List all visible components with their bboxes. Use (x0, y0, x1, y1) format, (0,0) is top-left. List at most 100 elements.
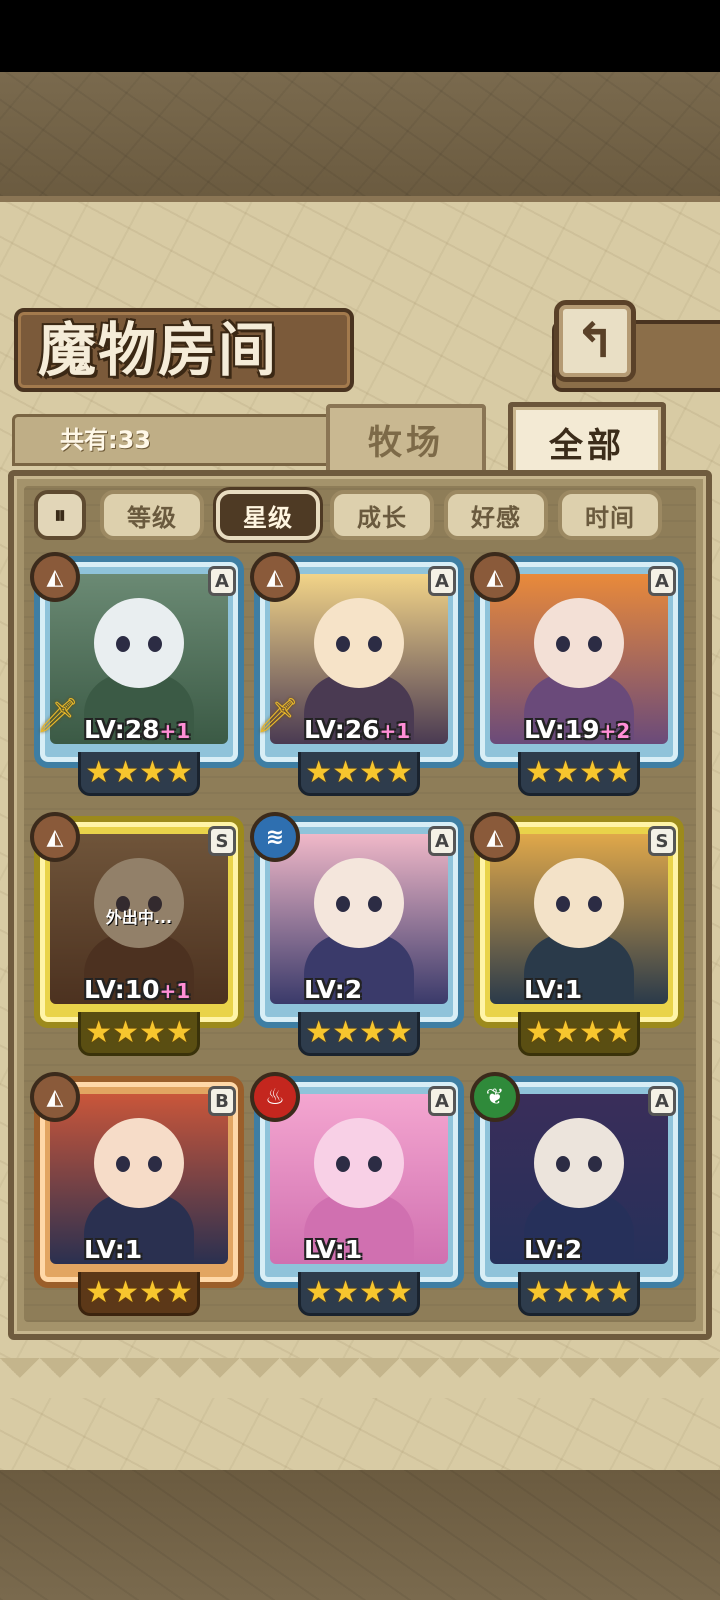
level-value: LV:1 (84, 1235, 143, 1264)
earth-element-icon: ◭ (30, 1072, 80, 1122)
level-value: LV:2 (524, 1235, 583, 1264)
earth-element-icon: ◭ (250, 552, 300, 602)
level-value: LV:1 (304, 1235, 363, 1264)
back-button[interactable]: ↰ (554, 300, 636, 382)
star-icon: ★ (305, 1274, 333, 1310)
water-element-icon: ≋ (250, 812, 300, 862)
monster-card[interactable]: ◭ S LV:1 ★ ★ ★ ★ (470, 812, 684, 1056)
fire-element-icon: ♨ (250, 1072, 300, 1122)
monster-level: LV:10+1 (84, 974, 190, 1006)
star-icon: ★ (579, 1014, 606, 1050)
star-icon: ★ (385, 754, 413, 790)
star-icon: ★ (552, 754, 579, 790)
star-icon: ★ (579, 754, 606, 790)
status-bar (0, 0, 720, 72)
star-icon: ★ (359, 754, 386, 790)
monster-level: LV:1 (304, 1234, 362, 1266)
star-icon: ★ (85, 1274, 113, 1310)
star-icon: ★ (525, 1014, 553, 1050)
star-icon: ★ (305, 1014, 333, 1050)
filter-time[interactable]: 时间 (558, 490, 662, 540)
star-icon: ★ (552, 1014, 579, 1050)
monster-level: LV:19+2 (524, 714, 630, 746)
monster-card[interactable]: ◭ A 🗡 LV:26+1 ★ ★ ★ ★ (250, 552, 464, 796)
star-icon: ★ (85, 754, 113, 790)
star-icon: ★ (385, 1274, 413, 1310)
level-bonus: +1 (159, 979, 191, 1003)
star-icon: ★ (359, 1014, 386, 1050)
tab-farm[interactable]: 牧场 (326, 404, 486, 474)
away-status: 外出中... (105, 908, 173, 927)
star-icon: ★ (605, 1014, 633, 1050)
star-rating: ★ ★ ★ ★ (518, 1012, 640, 1056)
level-value: LV:10 (84, 975, 160, 1004)
filter-level[interactable]: 等级 (100, 490, 204, 540)
monster-card[interactable]: ♨ A LV:1 ★ ★ ★ ★ (250, 1072, 464, 1316)
rank-badge: A (648, 1086, 676, 1116)
monster-count: 共有:33 (60, 426, 151, 454)
filter-affinity[interactable]: 好感 (444, 490, 548, 540)
earth-element-icon: ◭ (470, 552, 520, 602)
map-background-bottom (0, 1470, 720, 1600)
star-rating: ★ ★ ★ ★ (298, 752, 420, 796)
rank-badge: B (208, 1086, 236, 1116)
sword-icon: 🗡 (256, 696, 300, 736)
star-icon: ★ (525, 1274, 553, 1310)
star-icon: ★ (139, 1014, 166, 1050)
monster-level: LV:28+1 (84, 714, 190, 746)
star-rating: ★ ★ ★ ★ (298, 1272, 420, 1316)
rank-badge: A (428, 1086, 456, 1116)
tab-all[interactable]: 全部 (508, 402, 666, 478)
star-icon: ★ (552, 1274, 579, 1310)
monster-card[interactable]: ◭ A LV:19+2 ★ ★ ★ ★ (470, 552, 684, 796)
star-icon: ★ (605, 1274, 633, 1310)
pause-sort-icon: ⏸ (54, 501, 66, 529)
level-bonus: +1 (159, 719, 191, 743)
star-icon: ★ (85, 1014, 113, 1050)
level-value: LV:1 (524, 975, 583, 1004)
monster-card[interactable]: ◭ B LV:1 ★ ★ ★ ★ (30, 1072, 244, 1316)
star-rating: ★ ★ ★ ★ (78, 752, 200, 796)
earth-element-icon: ◭ (470, 812, 520, 862)
monster-level: LV:1 (84, 1234, 142, 1266)
sort-order-toggle[interactable]: ⏸ (34, 490, 86, 540)
rank-badge: A (428, 826, 456, 856)
star-icon: ★ (165, 1274, 193, 1310)
star-icon: ★ (139, 754, 166, 790)
monster-level: LV:26+1 (304, 714, 410, 746)
level-value: LV:28 (84, 715, 160, 744)
rank-badge: S (648, 826, 676, 856)
star-icon: ★ (165, 1014, 193, 1050)
earth-element-icon: ◭ (30, 552, 80, 602)
star-icon: ★ (332, 754, 359, 790)
monster-card[interactable]: 外出中... ◭ S LV:10+1 ★ ★ ★ ★ (30, 812, 244, 1056)
star-icon: ★ (305, 754, 333, 790)
star-rating: ★ ★ ★ ★ (518, 752, 640, 796)
star-icon: ★ (139, 1274, 166, 1310)
level-bonus: +1 (379, 719, 411, 743)
rank-badge: A (428, 566, 456, 596)
monster-card[interactable]: ❦ A LV:2 ★ ★ ★ ★ (470, 1072, 684, 1316)
level-bonus: +2 (599, 719, 631, 743)
filter-stars[interactable]: 星级 (216, 490, 320, 540)
monster-card[interactable]: ◭ A 🗡 LV:28+1 ★ ★ ★ ★ (30, 552, 244, 796)
return-arrow-icon: ↰ (574, 313, 616, 369)
level-value: LV:19 (524, 715, 600, 744)
monster-card[interactable]: ≋ A LV:2 ★ ★ ★ ★ (250, 812, 464, 1056)
star-rating: ★ ★ ★ ★ (78, 1272, 200, 1316)
star-icon: ★ (112, 754, 139, 790)
star-rating: ★ ★ ★ ★ (78, 1012, 200, 1056)
filter-growth[interactable]: 成长 (330, 490, 434, 540)
level-value: LV:2 (304, 975, 363, 1004)
page-title: 魔物房间 (38, 316, 279, 384)
star-icon: ★ (112, 1274, 139, 1310)
monster-level: LV:2 (304, 974, 362, 1006)
wood-element-icon: ❦ (470, 1072, 520, 1122)
star-icon: ★ (332, 1274, 359, 1310)
star-icon: ★ (579, 1274, 606, 1310)
level-value: LV:26 (304, 715, 380, 744)
monster-level: LV:2 (524, 1234, 582, 1266)
star-rating: ★ ★ ★ ★ (518, 1272, 640, 1316)
star-icon: ★ (385, 1014, 413, 1050)
star-icon: ★ (332, 1014, 359, 1050)
